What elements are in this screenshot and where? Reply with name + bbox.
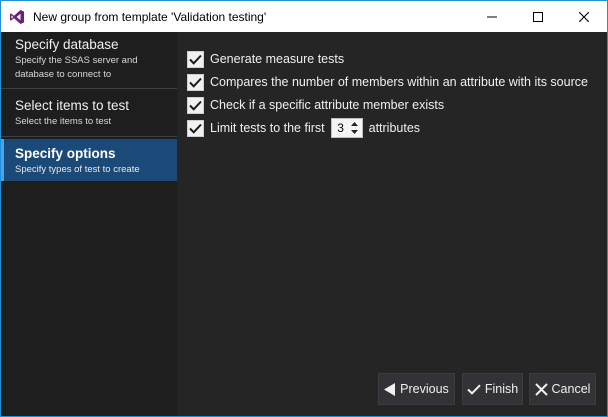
previous-button[interactable]: Previous [378,373,455,405]
window-title: New group from template 'Validation test… [33,9,267,24]
step-title: Specify database [15,37,119,52]
step-specify-options[interactable]: Specify options Specify types of test to… [1,139,177,181]
option-compare-members: Compares the number of members within an… [187,72,588,92]
checkmark-icon [189,100,202,111]
maximize-icon [533,11,543,22]
finish-check-icon [467,383,481,395]
stepper-arrows [350,120,360,136]
cancel-x-icon [534,382,548,396]
step-description: database to connect to [15,69,112,80]
step-divider [1,88,177,89]
limit-tests-checkbox[interactable] [187,119,204,137]
options-panel: Generate measure tests Compares the numb… [177,32,607,416]
option-check-member: Check if a specific attribute member exi… [187,95,444,115]
minimize-icon [487,16,497,17]
checkmark-icon [189,77,202,88]
step-select-items[interactable]: Select items to test Select the items to… [1,97,177,135]
cancel-button[interactable]: Cancel [529,373,596,405]
previous-arrow-icon [384,382,396,396]
compare-members-label: Compares the number of members within an… [210,75,588,89]
step-specify-database[interactable]: Specify database Specify the SSAS server… [1,36,177,84]
step-divider [1,136,177,137]
step-title: Specify options [15,146,116,161]
attribute-count-stepper[interactable]: 3 [330,118,363,138]
active-step-indicator [1,139,4,181]
maximize-button[interactable] [515,1,561,32]
checkmark-icon [189,54,202,65]
stepper-down-arrow-icon[interactable] [350,128,360,136]
close-window-button[interactable] [561,1,607,32]
limit-tests-label: Limit tests to the first [210,121,325,135]
title-bar: New group from template 'Validation test… [1,1,607,32]
minimize-button[interactable] [469,1,515,32]
option-generate-measure: Generate measure tests [187,49,344,69]
cancel-button-label: Cancel [551,382,591,396]
attributes-label: attributes [368,121,421,135]
generate-measure-label: Generate measure tests [210,52,345,66]
finish-button-label: Finish [484,382,519,396]
check-member-checkbox[interactable] [187,96,204,114]
finish-button[interactable]: Finish [462,373,523,405]
wizard-steps-sidebar: Specify database Specify the SSAS server… [1,32,177,416]
visual-studio-icon [9,9,25,25]
check-member-label: Check if a specific attribute member exi… [210,98,445,112]
compare-members-checkbox[interactable] [187,73,204,91]
step-description: Specify the SSAS server and [15,55,138,66]
stepper-up-arrow-icon[interactable] [350,120,360,128]
generate-measure-checkbox[interactable] [187,50,204,68]
wizard-window: New group from template 'Validation test… [0,0,608,417]
attribute-count-value[interactable]: 3 [332,121,350,135]
option-limit-tests: Limit tests to the first 3 attributes [187,118,420,138]
step-title: Select items to test [15,98,130,113]
step-description: Select the items to test [15,116,112,127]
step-description: Specify types of test to create [15,164,140,175]
checkmark-icon [189,123,202,134]
previous-button-label: Previous [400,382,449,396]
close-icon [579,11,589,22]
